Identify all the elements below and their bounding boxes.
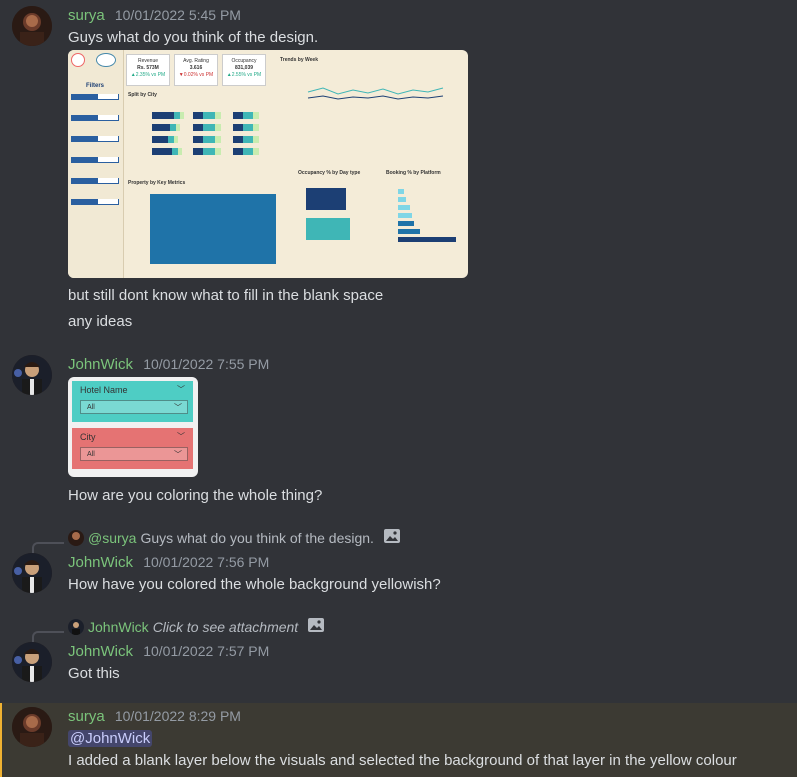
reply-preview[interactable]: @surya Guys what do you think of the des… (68, 529, 400, 546)
message-text: but still dont know what to fill in the … (68, 287, 384, 304)
reply-author[interactable]: @surya (88, 530, 136, 546)
slicer-title: City (80, 432, 96, 442)
message-text: How have you colored the whole backgroun… (68, 576, 441, 593)
reply-preview[interactable]: JohnWick Click to see attachment (68, 618, 325, 635)
username[interactable]: surya (68, 708, 105, 725)
image-icon (308, 618, 325, 635)
reply-text[interactable]: Click to see attachment (153, 619, 299, 635)
image-attachment[interactable]: Hotel Name ﹀ All ﹀ City ﹀ All ﹀ (68, 377, 198, 477)
message-text: I added a blank layer below the visuals … (68, 752, 737, 769)
username[interactable]: JohnWick (68, 554, 133, 571)
message-text: Guys what do you think of the design. (68, 29, 319, 46)
mention-bar (0, 703, 2, 777)
user-avatar[interactable] (12, 707, 52, 747)
user-avatar[interactable] (12, 6, 52, 46)
message-text: How are you coloring the whole thing? (68, 487, 323, 504)
reply-text: Guys what do you think of the design. (140, 529, 374, 546)
chevron-down-icon: ﹀ (174, 450, 182, 459)
timestamp: 10/01/2022 5:45 PM (114, 7, 241, 23)
chevron-down-icon: ﹀ (174, 403, 182, 412)
message-text: any ideas (68, 313, 133, 330)
user-avatar[interactable] (12, 553, 52, 593)
slicer-title: Hotel Name (80, 385, 128, 395)
dashboard-visuals (150, 87, 456, 264)
username[interactable]: JohnWick (68, 643, 133, 660)
timestamp: 10/01/2022 7:56 PM (143, 554, 270, 570)
dashboard-screenshot: Filters Revenue Rs. 573M ▲2.35% vs PM Av… (68, 50, 468, 278)
timestamp: 10/01/2022 7:55 PM (143, 356, 270, 372)
image-attachment[interactable]: Filters Revenue Rs. 573M ▲2.35% vs PM Av… (68, 50, 468, 278)
username[interactable]: surya (68, 7, 105, 24)
slicer-card: Hotel Name ﹀ All ﹀ (72, 381, 193, 422)
message-text: Got this (68, 665, 120, 682)
filter-panel-screenshot: Hotel Name ﹀ All ﹀ City ﹀ All ﹀ (68, 377, 198, 477)
username[interactable]: JohnWick (68, 356, 133, 373)
reply-author[interactable]: JohnWick (88, 619, 149, 635)
timestamp: 10/01/2022 7:57 PM (143, 643, 270, 659)
slicer-dropdown: All ﹀ (80, 447, 188, 461)
slicer-value: All (87, 404, 95, 411)
chevron-down-icon: ﹀ (177, 385, 185, 394)
slicer-dropdown: All ﹀ (80, 400, 188, 414)
reply-avatar (68, 618, 84, 635)
chevron-down-icon: ﹀ (177, 432, 185, 441)
user-avatar[interactable] (12, 642, 52, 682)
timestamp: 10/01/2022 8:29 PM (114, 708, 241, 724)
slicer-card: City ﹀ All ﹀ (72, 428, 193, 469)
user-avatar[interactable] (12, 355, 52, 395)
image-icon (383, 529, 400, 546)
reply-avatar (68, 529, 84, 546)
user-mention[interactable]: @JohnWick (68, 730, 153, 747)
slicer-value: All (87, 451, 95, 458)
